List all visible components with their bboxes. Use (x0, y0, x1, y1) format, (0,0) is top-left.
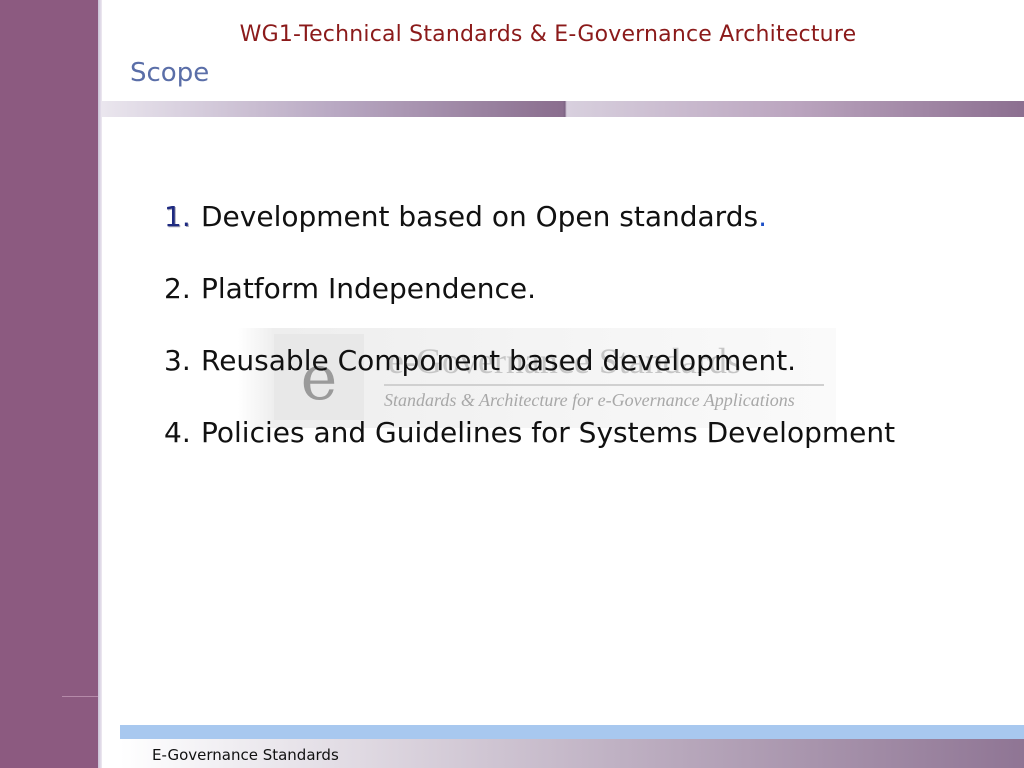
left-sidebar-bar (0, 0, 98, 768)
list-item-number: 2. (164, 272, 191, 305)
header-divider-rule (102, 101, 1024, 117)
list-item-text: Platform Independence. (201, 272, 537, 305)
list-item: 2. Platform Independence. (164, 272, 895, 344)
list-item-text: Reusable Component based development. (201, 344, 797, 377)
list-item-number: 1. (164, 200, 191, 233)
sidebar-divider (62, 696, 98, 697)
footer-stripe (120, 725, 1024, 739)
slide-title: Scope (130, 58, 210, 88)
scope-list: 1. Development based on Open standards. … (164, 200, 895, 488)
list-item-trailing-dot: . (758, 200, 767, 233)
list-item-number: 4. (164, 416, 191, 449)
presentation-header-title: WG1-Technical Standards & E-Governance A… (239, 22, 857, 47)
list-item-number: 3. (164, 344, 191, 377)
footer-label: E-Governance Standards (152, 746, 339, 764)
list-item: 1. Development based on Open standards. (164, 200, 895, 272)
list-item-text: Development based on Open standards. (201, 200, 767, 233)
list-item: 3. Reusable Component based development. (164, 344, 895, 416)
list-item: 4. Policies and Guidelines for Systems D… (164, 416, 895, 488)
list-item-text: Policies and Guidelines for Systems Deve… (201, 416, 896, 449)
